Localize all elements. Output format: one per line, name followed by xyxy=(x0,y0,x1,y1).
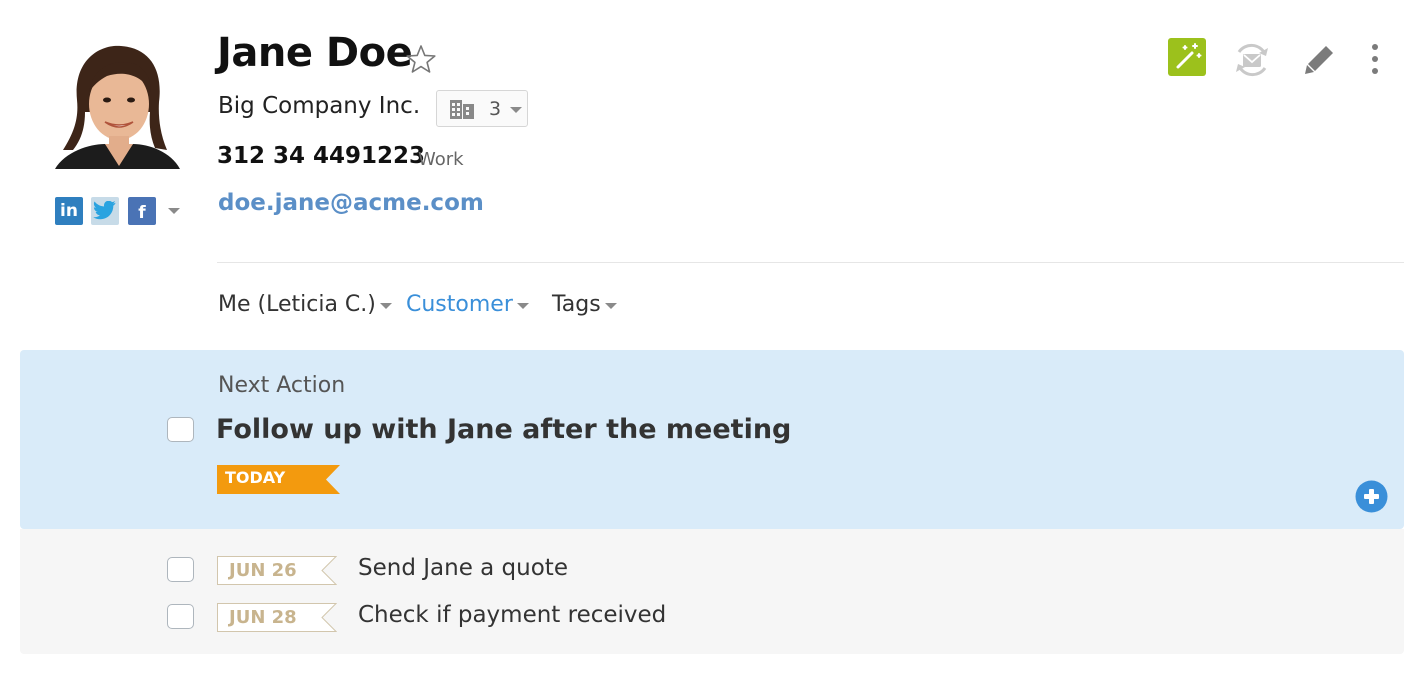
chevron-down-icon xyxy=(379,302,392,309)
facebook-glyph: f xyxy=(138,203,146,223)
star-icon[interactable] xyxy=(405,44,437,78)
social-dropdown-chevron-icon[interactable] xyxy=(168,208,180,214)
contact-name: Jane Doe xyxy=(217,30,413,76)
twitter-bird-glyph xyxy=(93,201,116,220)
company-count: 3 xyxy=(489,98,502,120)
facebook-icon[interactable]: f xyxy=(128,197,156,225)
company-count-button[interactable]: 3 xyxy=(436,90,528,127)
company-name[interactable]: Big Company Inc. xyxy=(218,93,420,119)
chevron-down-icon xyxy=(604,302,617,309)
status-label: Customer xyxy=(406,292,513,317)
avatar xyxy=(55,40,180,169)
phone-type-label: Work xyxy=(418,149,464,170)
plus-circle-icon xyxy=(1355,480,1388,513)
edit-button[interactable] xyxy=(1302,42,1336,76)
task-date: JUN 26 xyxy=(229,560,297,581)
avatar-portrait xyxy=(55,40,180,169)
sync-email-button[interactable] xyxy=(1232,40,1272,80)
sync-email-icon xyxy=(1236,43,1268,77)
more-options-button[interactable] xyxy=(1366,42,1384,78)
upcoming-actions-panel xyxy=(20,529,1404,654)
tags-label: Tags xyxy=(552,292,601,317)
task-checkbox[interactable] xyxy=(167,604,194,629)
pencil-icon xyxy=(1305,46,1333,74)
magic-wand-button[interactable] xyxy=(1168,38,1206,76)
magic-wand-icon xyxy=(1176,43,1202,69)
next-action-heading: Next Action xyxy=(218,373,346,398)
chevron-down-icon xyxy=(510,107,522,113)
chevron-down-icon xyxy=(516,302,529,309)
add-action-button[interactable] xyxy=(1355,480,1388,513)
owner-label: Me (Leticia C.) xyxy=(218,292,376,317)
task-date: JUN 28 xyxy=(229,607,297,628)
task-checkbox[interactable] xyxy=(167,557,194,582)
email-link[interactable]: doe.jane@acme.com xyxy=(218,190,484,216)
next-action-title[interactable]: Follow up with Jane after the meeting xyxy=(216,414,791,445)
linkedin-icon[interactable]: in xyxy=(55,197,83,225)
header-divider xyxy=(217,262,1404,263)
tags-dropdown[interactable]: Tags xyxy=(552,292,617,317)
linkedin-glyph: in xyxy=(60,201,78,221)
owner-dropdown[interactable]: Me (Leticia C.) xyxy=(218,292,392,317)
phone-number[interactable]: 312 34 4491223 xyxy=(217,143,425,169)
building-icon xyxy=(450,100,474,119)
next-action-checkbox[interactable] xyxy=(167,417,194,442)
vertical-ellipsis-icon xyxy=(1372,44,1378,74)
twitter-icon[interactable] xyxy=(91,197,119,225)
status-dropdown[interactable]: Customer xyxy=(406,292,529,317)
today-badge-label: TODAY xyxy=(225,468,286,487)
task-title[interactable]: Send Jane a quote xyxy=(358,555,568,581)
task-title[interactable]: Check if payment received xyxy=(358,602,666,628)
